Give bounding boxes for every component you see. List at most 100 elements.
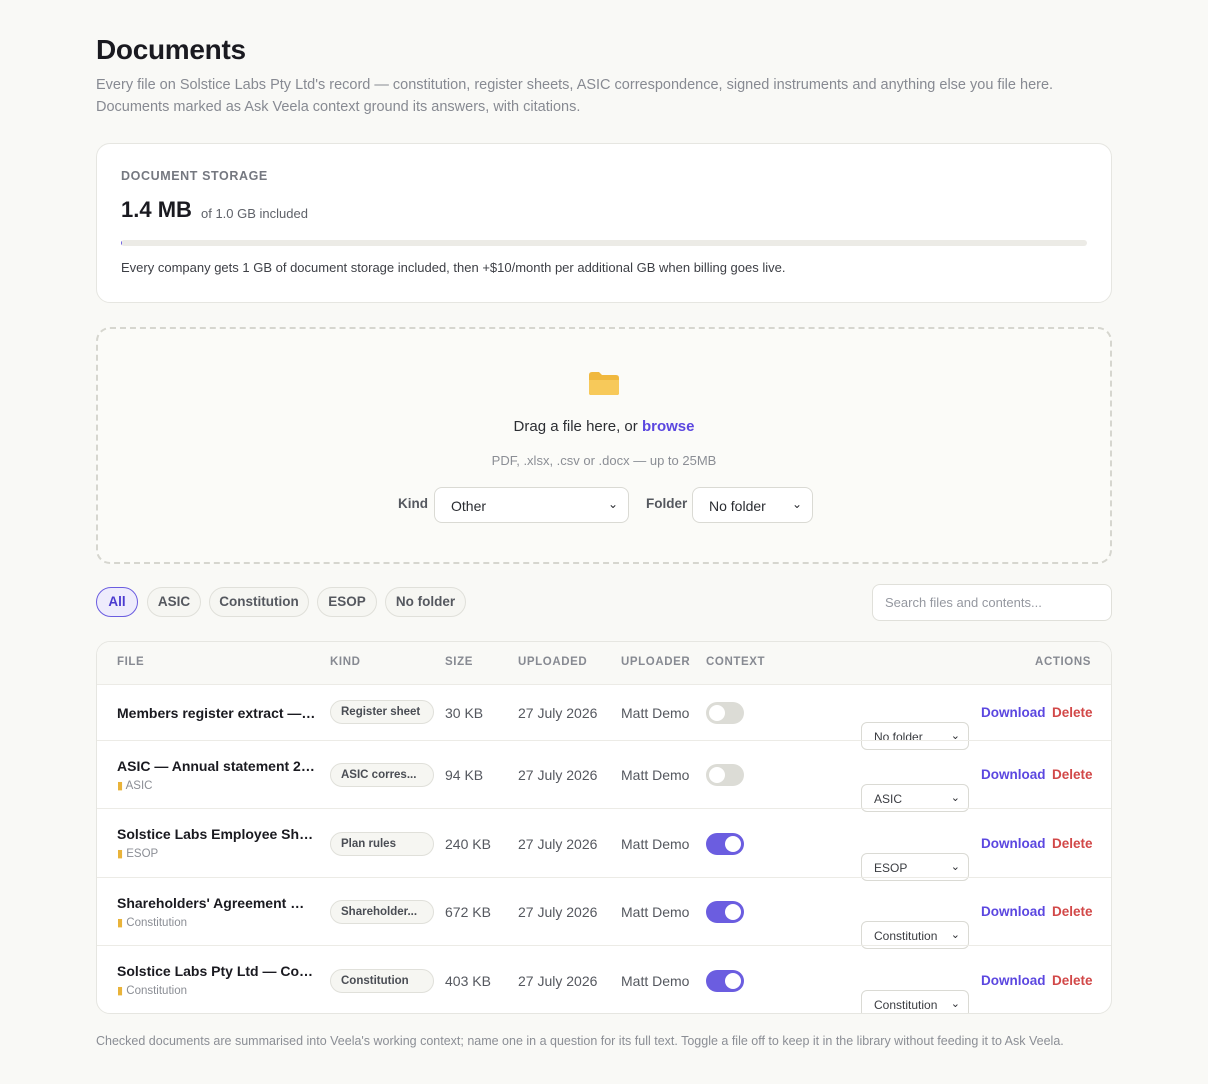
download-link[interactable]: Download [981, 904, 1046, 919]
dropzone-subtitle: PDF, .xlsx, .csv or .docx — up to 25MB [491, 453, 717, 468]
download-link[interactable]: Download [981, 836, 1046, 851]
delete-link[interactable]: Delete [1052, 904, 1093, 919]
file-cell: ASIC — Annual statement 27 ... ▮ ASIC [117, 758, 317, 792]
kind-badge: ASIC corres... [330, 763, 434, 787]
file-name[interactable]: ASIC — Annual statement 27 ... [117, 758, 317, 774]
storage-card: DOCUMENT STORAGE 1.4 MB of 1.0 GB includ… [96, 143, 1112, 303]
table-row: Members register extract — 3... Register… [97, 684, 1111, 750]
dropzone-title: Drag a file here, or browse [98, 418, 1110, 435]
download-link[interactable]: Download [981, 973, 1046, 988]
file-name[interactable]: Members register extract — 3... [117, 705, 317, 721]
page-title: Documents [96, 34, 246, 65]
folder-select-value: No folder [709, 498, 766, 514]
file-folder-name: Constitution [126, 917, 187, 929]
context-toggle[interactable] [706, 970, 744, 992]
search-input[interactable] [872, 584, 1112, 621]
file-size: 240 KB [445, 836, 491, 852]
context-toggle[interactable] [706, 702, 744, 724]
chip-constitution[interactable]: Constitution [209, 587, 309, 617]
folder-icon: ▮ [117, 848, 124, 860]
download-link[interactable]: Download [981, 705, 1046, 720]
file-folder-name: ESOP [126, 848, 159, 860]
context-toggle[interactable] [706, 833, 744, 855]
chevron-down-icon: ⌄ [950, 861, 960, 873]
toggle-knob [725, 836, 741, 852]
file-folder: ▮ Constitution [117, 984, 317, 997]
delete-link[interactable]: Delete [1052, 836, 1093, 851]
footnote: Checked documents are summarised into Ve… [96, 1034, 1064, 1048]
folder-icon: ▮ [117, 985, 124, 997]
kind-select-value: Other [451, 498, 487, 514]
uploaded-date: 27 July 2026 [518, 767, 598, 783]
storage-used: 1.4 MB [121, 197, 192, 222]
table-header: FILE KIND SIZE UPLOADED UPLOADER CONTEXT… [97, 642, 1111, 684]
uploaded-date: 27 July 2026 [518, 836, 598, 852]
folder-icon: ▮ [117, 917, 124, 929]
file-name[interactable]: Shareholders' Agreement — S... [117, 895, 317, 911]
chevron-down-icon: ⌄ [950, 998, 960, 1010]
file-size: 672 KB [445, 904, 491, 920]
row-folder-select-value: ASIC [874, 792, 903, 806]
table-row: Shareholders' Agreement — S... ▮ Constit… [97, 877, 1111, 949]
file-size: 30 KB [445, 705, 484, 721]
folder-icon: ▮ [117, 780, 124, 792]
storage-note: Every company gets 1 GB of document stor… [121, 260, 786, 275]
uploader-name: Matt Demo [621, 973, 690, 989]
upload-dropzone[interactable]: Drag a file here, or browse PDF, .xlsx, … [96, 327, 1112, 564]
kind-badge: Register sheet [330, 700, 434, 724]
storage-progress-bar [121, 240, 1087, 246]
documents-table: FILE KIND SIZE UPLOADED UPLOADER CONTEXT… [96, 641, 1112, 1014]
chip-esop[interactable]: ESOP [317, 587, 377, 617]
kind-select[interactable]: Other ⌄ [434, 487, 629, 523]
context-toggle[interactable] [706, 764, 744, 786]
chip-no-folder[interactable]: No folder [385, 587, 466, 617]
folder-label: Folder [646, 496, 688, 511]
chip-asic[interactable]: ASIC [147, 587, 201, 617]
context-toggle[interactable] [706, 901, 744, 923]
row-folder-select-value: Constitution [874, 998, 938, 1012]
file-size: 403 KB [445, 973, 491, 989]
storage-total: of 1.0 GB included [201, 206, 308, 221]
kind-badge: Plan rules [330, 832, 434, 856]
delete-link[interactable]: Delete [1052, 767, 1093, 782]
file-folder: ▮ Constitution [117, 916, 317, 929]
file-cell: Shareholders' Agreement — S... ▮ Constit… [117, 895, 317, 929]
kind-badge: Shareholder... [330, 900, 434, 924]
chip-all[interactable]: All [96, 587, 138, 617]
row-folder-select-value: Constitution [874, 929, 938, 943]
uploader-name: Matt Demo [621, 767, 690, 783]
chevron-down-icon: ⌄ [791, 497, 802, 511]
chevron-down-icon: ⌄ [950, 792, 960, 804]
col-size: SIZE [445, 656, 473, 668]
row-folder-select-value: ESOP [874, 861, 908, 875]
table-row: ASIC — Annual statement 27 ... ▮ ASIC AS… [97, 740, 1111, 812]
file-folder: ▮ ASIC [117, 779, 317, 792]
toggle-knob [709, 705, 725, 721]
folder-select[interactable]: No folder ⌄ [692, 487, 813, 523]
file-name[interactable]: Solstice Labs Pty Ltd — Consti... [117, 963, 317, 979]
download-link[interactable]: Download [981, 767, 1046, 782]
table-row: Solstice Labs Employee Share... ▮ ESOP P… [97, 808, 1111, 881]
uploaded-date: 27 July 2026 [518, 973, 598, 989]
file-name[interactable]: Solstice Labs Employee Share... [117, 826, 317, 842]
row-folder-select[interactable]: Constitution ⌄ [861, 990, 969, 1013]
col-actions: ACTIONS [1035, 656, 1091, 668]
col-uploaded: UPLOADED [518, 656, 588, 668]
page-description: Every file on Solstice Labs Pty Ltd's re… [96, 77, 1054, 115]
uploader-name: Matt Demo [621, 836, 690, 852]
delete-link[interactable]: Delete [1052, 705, 1093, 720]
toggle-knob [709, 767, 725, 783]
col-kind: KIND [330, 656, 361, 668]
chevron-down-icon: ⌄ [950, 929, 960, 941]
col-uploader: UPLOADER [621, 656, 691, 668]
storage-label: DOCUMENT STORAGE [121, 169, 268, 183]
file-folder: ▮ ESOP [117, 847, 317, 860]
file-cell: Members register extract — 3... [117, 705, 317, 721]
file-folder-name: Constitution [126, 985, 187, 997]
uploaded-date: 27 July 2026 [518, 705, 598, 721]
browse-link[interactable]: browse [642, 418, 695, 435]
storage-progress-fill [121, 240, 123, 246]
col-context: CONTEXT [706, 656, 766, 668]
kind-label: Kind [398, 496, 428, 511]
delete-link[interactable]: Delete [1052, 973, 1093, 988]
